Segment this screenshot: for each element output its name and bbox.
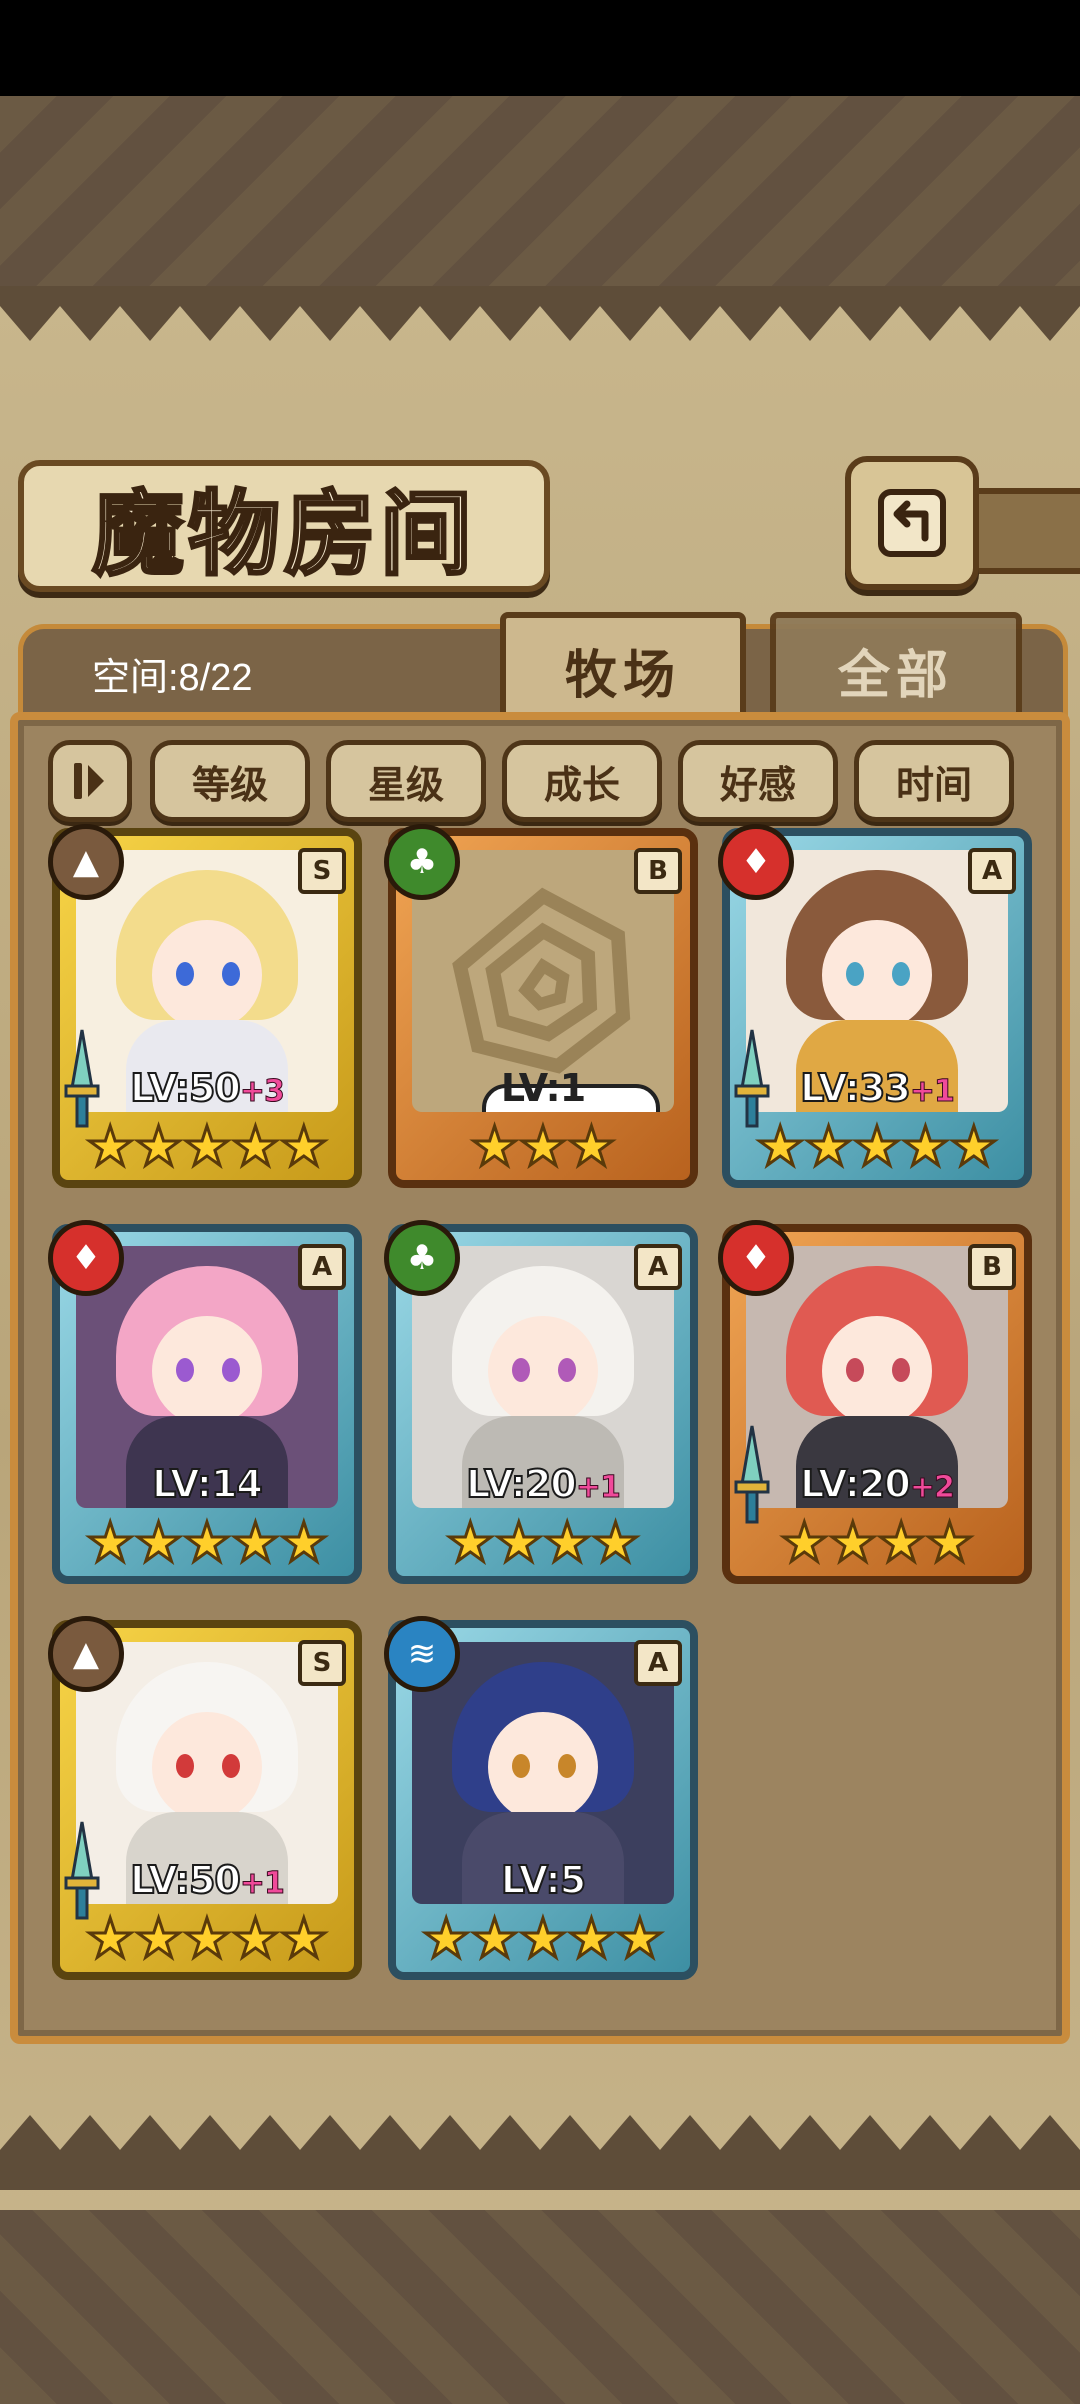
egg-swirl-icon bbox=[452, 887, 631, 1074]
fire-icon: ♦ bbox=[48, 1220, 124, 1296]
grade-badge: A bbox=[968, 848, 1016, 894]
level-value: LV:5 bbox=[500, 1857, 587, 1903]
grade-badge: A bbox=[634, 1244, 682, 1290]
level-value: LV:50 bbox=[129, 1065, 242, 1111]
grade-badge: B bbox=[968, 1244, 1016, 1290]
star-rating: ★★★★★ bbox=[420, 1907, 665, 1970]
sort-order-icon bbox=[74, 763, 104, 799]
star-rating: ★★★ bbox=[469, 1115, 617, 1178]
star-rating: ★★★★★ bbox=[84, 1511, 329, 1574]
filter-stars[interactable]: 星级 bbox=[326, 740, 486, 822]
monster-card[interactable]: ▲ S LV:50+3 ★★★★★ bbox=[48, 824, 362, 1188]
star-rating: ★★★★★ bbox=[754, 1115, 999, 1178]
level-value: LV:14 bbox=[151, 1461, 264, 1507]
torn-edge-bottom bbox=[0, 2115, 1080, 2190]
level-value: LV:50 bbox=[129, 1857, 242, 1903]
filter-growth[interactable]: 成长 bbox=[502, 740, 662, 822]
monster-card[interactable]: ♣ B LV:1 ★★★ bbox=[384, 824, 698, 1188]
earth-icon: ▲ bbox=[48, 1616, 124, 1692]
sort-order-button[interactable] bbox=[48, 740, 132, 822]
back-arrow-icon bbox=[878, 489, 946, 557]
level-bonus: +1 bbox=[575, 1470, 621, 1506]
level-label: LV:5 bbox=[388, 1857, 698, 1903]
water-icon: ≋ bbox=[384, 1616, 460, 1692]
level-label: LV:33+1 bbox=[722, 1065, 1032, 1111]
space-counter: 空间:8/22 bbox=[92, 657, 253, 699]
level-value: LV:33 bbox=[799, 1065, 912, 1111]
star-rating: ★★★★ bbox=[779, 1511, 976, 1574]
monster-card[interactable]: ♦ A LV:33+1 ★★★★★ bbox=[718, 824, 1032, 1188]
level-label: LV:20+2 bbox=[722, 1461, 1032, 1507]
tab-all[interactable]: 全部 bbox=[770, 612, 1022, 722]
level-bonus: +3 bbox=[239, 1074, 285, 1110]
monster-card[interactable]: ♦ B LV:20+2 ★★★★ bbox=[718, 1220, 1032, 1584]
level-value: LV:20 bbox=[465, 1461, 578, 1507]
fire-icon: ♦ bbox=[718, 824, 794, 900]
grade-badge: A bbox=[634, 1640, 682, 1686]
monster-card[interactable]: ▲ S LV:50+1 ★★★★★ bbox=[48, 1616, 362, 1980]
grade-badge: S bbox=[298, 1640, 346, 1686]
filter-time[interactable]: 时间 bbox=[854, 740, 1014, 822]
level-bonus: +2 bbox=[909, 1470, 955, 1506]
level-label: LV:50+1 bbox=[52, 1857, 362, 1903]
page-title: 魔物房间 bbox=[90, 478, 476, 589]
tab-farm[interactable]: 牧场 bbox=[500, 612, 746, 722]
back-button[interactable] bbox=[845, 456, 979, 590]
back-bar bbox=[965, 488, 1080, 574]
monster-card[interactable]: ♦ A LV:14 ★★★★★ bbox=[48, 1220, 362, 1584]
monster-card[interactable]: ♣ A LV:20+1 ★★★★ bbox=[384, 1220, 698, 1584]
level-label: LV:14 bbox=[52, 1461, 362, 1507]
fire-icon: ♦ bbox=[718, 1220, 794, 1296]
level-value: LV:1 bbox=[500, 1066, 586, 1110]
map-background-top bbox=[0, 96, 1080, 286]
level-value: LV:20 bbox=[799, 1461, 912, 1507]
grade-badge: B bbox=[634, 848, 682, 894]
map-background-bottom bbox=[0, 2210, 1080, 2404]
star-rating: ★★★★★ bbox=[84, 1907, 329, 1970]
level-label: LV:1 bbox=[388, 1066, 698, 1110]
torn-edge-top bbox=[0, 286, 1080, 341]
grade-badge: S bbox=[298, 848, 346, 894]
leaf-icon: ♣ bbox=[384, 1220, 460, 1296]
level-label: LV:20+1 bbox=[388, 1461, 698, 1507]
filter-level[interactable]: 等级 bbox=[150, 740, 310, 822]
leaf-icon: ♣ bbox=[384, 824, 460, 900]
star-rating: ★★★★ bbox=[445, 1511, 642, 1574]
filter-affection[interactable]: 好感 bbox=[678, 740, 838, 822]
star-rating: ★★★★★ bbox=[84, 1115, 329, 1178]
grade-badge: A bbox=[298, 1244, 346, 1290]
title-plate: 魔物房间 bbox=[18, 460, 550, 592]
status-bar bbox=[0, 0, 1080, 96]
level-bonus: +1 bbox=[909, 1074, 955, 1110]
level-label: LV:50+3 bbox=[52, 1065, 362, 1111]
level-bonus: +1 bbox=[239, 1866, 285, 1902]
earth-icon: ▲ bbox=[48, 824, 124, 900]
monster-card[interactable]: ≋ A LV:5 ★★★★★ bbox=[384, 1616, 698, 1980]
